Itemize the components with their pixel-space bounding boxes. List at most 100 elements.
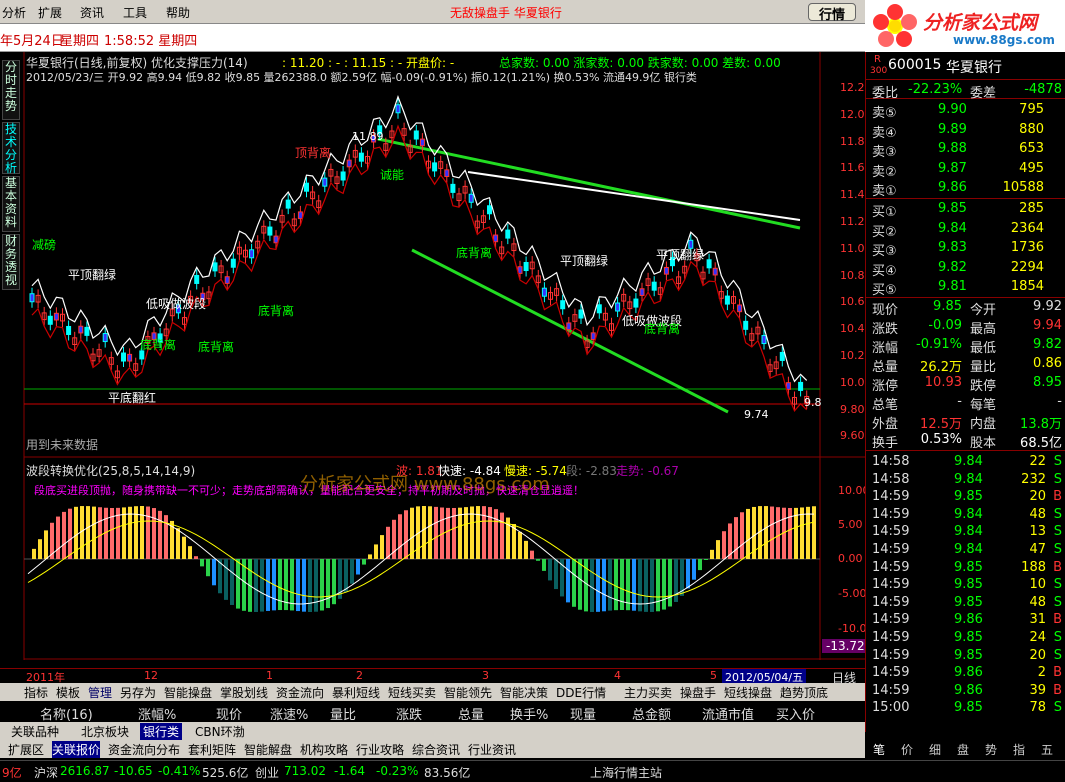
histogram-bar: [332, 559, 336, 605]
toolbar-item[interactable]: 主力买卖: [624, 684, 672, 701]
toolbar-item[interactable]: 操盘手: [680, 684, 716, 701]
annotation: 11.89: [352, 130, 384, 143]
quote-panel-tab[interactable]: 价: [901, 741, 913, 758]
bottom-tab[interactable]: 智能解盘: [244, 741, 292, 758]
candle-body: [468, 193, 474, 203]
category-tab[interactable]: 银行类: [140, 723, 183, 740]
quote-panel-tab[interactable]: 势: [985, 741, 997, 758]
toolbar-item[interactable]: 短线买卖: [388, 684, 436, 701]
column-header[interactable]: 换手%: [510, 704, 548, 723]
column-header[interactable]: 名称(16): [40, 704, 93, 723]
toolbar-item[interactable]: 另存为: [120, 684, 156, 701]
histogram-bar: [434, 506, 438, 559]
quote-panel-tab[interactable]: 细: [929, 741, 941, 758]
bottom-tab[interactable]: 资金流向分布: [108, 741, 180, 758]
column-header[interactable]: 现价: [216, 704, 242, 723]
tick-price: 9.84: [954, 506, 983, 522]
server-label[interactable]: 上海行情主站: [590, 764, 662, 781]
candle-body: [785, 382, 791, 390]
toolbar-item[interactable]: 智能操盘: [164, 684, 212, 701]
histogram-bar: [380, 535, 384, 559]
weicha-label: 委差: [970, 86, 997, 101]
histogram-bar: [404, 510, 408, 559]
candle-body: [706, 259, 712, 269]
histogram-bar: [230, 559, 234, 605]
candle-body: [212, 262, 218, 272]
annotation: 减磅: [32, 238, 57, 252]
histogram-bar: [770, 506, 774, 559]
quote-panel-tab[interactable]: 笔: [873, 741, 885, 758]
category-tab[interactable]: CBN环渤: [192, 723, 248, 740]
quote-panel-tab[interactable]: 指: [1013, 741, 1025, 758]
tick-volume: 20: [1029, 489, 1046, 505]
column-header[interactable]: 量比: [330, 704, 356, 723]
column-header[interactable]: 总金额: [632, 704, 671, 723]
ask-row: 卖① 9.86 10588: [866, 179, 1065, 199]
histogram-bar: [800, 507, 804, 559]
menu-item[interactable]: 帮助: [166, 4, 190, 21]
candle-body: [53, 312, 59, 321]
candle-body: [560, 300, 566, 310]
column-header[interactable]: 涨跌: [396, 704, 422, 723]
category-tab[interactable]: 关联品种: [8, 723, 62, 740]
toolbar-item[interactable]: 短线操盘: [724, 684, 772, 701]
toolbar-item[interactable]: DDE行情: [556, 684, 606, 701]
bottom-tab[interactable]: 机构攻略: [300, 741, 348, 758]
column-header[interactable]: 总量: [458, 704, 484, 723]
toolbar-item[interactable]: 资金流向: [276, 684, 324, 701]
quote-column-header: 名称(16) 涨幅% 现价 涨速% 量比 涨跌 总量 换手% 现量 总金额 流通市值 买入价: [0, 701, 865, 723]
category-tab[interactable]: 北京板块: [78, 723, 132, 740]
tick-time: 14:59: [872, 577, 910, 593]
tick-price: 9.85: [954, 594, 983, 610]
histogram-bar: [140, 506, 144, 559]
kline-chart-panel[interactable]: 分时走势 技术分析 基本资料 财务透视 华夏银行(日线,前复权) 优化支撑压力(…: [0, 52, 873, 685]
menu-item[interactable]: 资讯: [80, 4, 104, 21]
info-label: 最高: [970, 322, 997, 337]
column-header[interactable]: 买入价: [776, 704, 815, 723]
time-tick: 5: [710, 669, 717, 682]
tick-price: 9.86: [954, 665, 983, 681]
candle-body: [798, 381, 804, 391]
toolbar-item[interactable]: 暴利短线: [332, 684, 380, 701]
toolbar-item[interactable]: 模板: [56, 684, 80, 701]
toolbar-item[interactable]: 管理: [88, 684, 112, 701]
quote-button[interactable]: 行情: [808, 3, 856, 23]
toolbar-item[interactable]: 趋势顶底: [780, 684, 828, 701]
toolbar-item[interactable]: 智能领先: [444, 684, 492, 701]
histogram-bar: [806, 506, 810, 559]
toolbar-item[interactable]: 智能决策: [500, 684, 548, 701]
bottom-tab[interactable]: 关联报价: [52, 741, 101, 758]
bottom-tab[interactable]: 行业资讯: [468, 741, 516, 758]
tick-side: S: [1053, 594, 1062, 610]
candle-body: [419, 138, 425, 147]
price-tick: 9.60: [840, 429, 865, 443]
histogram-bar: [224, 559, 228, 600]
menu-item[interactable]: 工具: [123, 4, 147, 21]
column-header[interactable]: 现量: [570, 704, 596, 723]
bottom-tab[interactable]: 扩展区: [8, 741, 44, 758]
ask-volume: 653: [1019, 141, 1044, 156]
quote-panel-tab[interactable]: 五: [1041, 741, 1053, 758]
r-badge: R: [874, 54, 881, 65]
column-header[interactable]: 流通市值: [702, 704, 754, 723]
tick-volume: 48: [1029, 594, 1046, 610]
tick-volume: 13: [1029, 524, 1046, 540]
column-header[interactable]: 涨幅%: [138, 704, 176, 723]
candle-body: [444, 169, 450, 178]
column-header[interactable]: 涨速%: [270, 704, 308, 723]
bottom-tab[interactable]: 套利矩阵: [188, 741, 236, 758]
info-label: 外盘: [872, 417, 899, 432]
annotation: 底背离: [140, 338, 177, 352]
bottom-tab[interactable]: 行业攻略: [356, 741, 404, 758]
bottom-tab[interactable]: 综合资讯: [412, 741, 460, 758]
tick-time: 14:59: [872, 612, 910, 628]
menu-item[interactable]: 扩展: [38, 4, 62, 21]
toolbar-item[interactable]: 掌股划线: [220, 684, 268, 701]
time-tick: 1: [266, 669, 273, 682]
menu-item[interactable]: 分析: [2, 4, 26, 21]
ask-row: 卖③ 9.88 653: [866, 140, 1065, 160]
histogram-bar: [350, 559, 354, 584]
quote-panel-tab[interactable]: 盘: [957, 741, 969, 758]
histogram-bar: [698, 559, 702, 571]
toolbar-item[interactable]: 指标: [24, 684, 48, 701]
